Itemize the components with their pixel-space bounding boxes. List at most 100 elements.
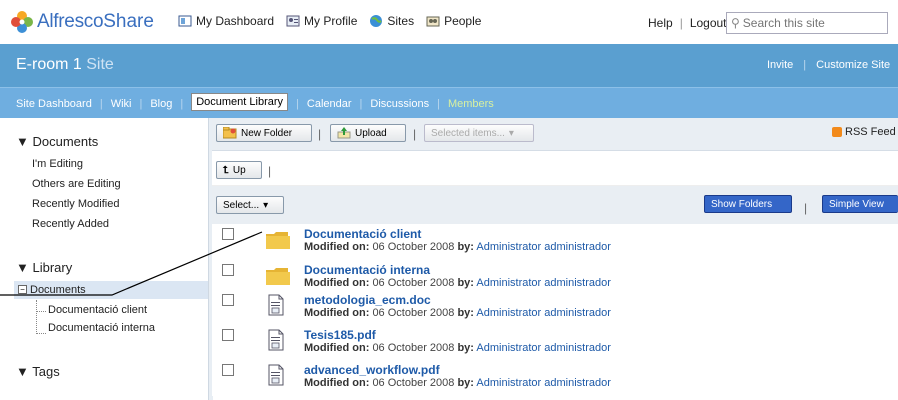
simple-view-button[interactable]: Simple View — [822, 195, 898, 213]
item-name-link[interactable]: metodologia_ecm.doc — [304, 293, 431, 307]
document-icon — [268, 294, 284, 316]
search-box[interactable]: ⚲ — [726, 12, 888, 34]
rss-feed-link[interactable]: RSS Feed — [832, 126, 896, 138]
brand-name: Alfresco — [37, 11, 104, 32]
wiki-link[interactable]: Wiki — [111, 98, 132, 110]
modified-date: 06 October 2008 — [372, 277, 455, 289]
list-item[interactable]: Tesis185.pdf Modified on: 06 October 200… — [212, 325, 898, 361]
modified-label: Modified on: — [304, 277, 370, 289]
site-dashboard-link[interactable]: Site Dashboard — [16, 98, 92, 110]
filter-others-editing[interactable]: Others are Editing — [32, 178, 121, 190]
row-checkbox[interactable] — [222, 228, 234, 240]
modified-label: Modified on: — [304, 307, 370, 319]
my-dashboard-link[interactable]: My Dashboard — [178, 14, 274, 28]
tree-item-documentacio-interna[interactable]: Documentació interna — [48, 322, 155, 334]
item-name-link[interactable]: Documentació interna — [304, 263, 430, 277]
item-name-link[interactable]: advanced_workflow.pdf — [304, 363, 440, 377]
modifier-link[interactable]: Administrator administrador — [476, 241, 611, 253]
modifier-link[interactable]: Administrator administrador — [476, 377, 611, 389]
new-folder-button[interactable]: New Folder — [216, 124, 312, 142]
filter-im-editing[interactable]: I'm Editing — [32, 158, 83, 170]
selection-bar — [212, 186, 898, 225]
document-library-tab[interactable]: Document Library — [191, 93, 289, 111]
up-button[interactable]: ⮤ Up — [216, 161, 262, 179]
documents-heading[interactable]: ▼ Documents — [16, 134, 98, 149]
rss-feed-label: RSS Feed — [845, 126, 896, 138]
upload-label: Upload — [355, 127, 387, 139]
top-header: Alfresco Share My Dashboard My Profile Si… — [0, 0, 898, 44]
customize-site-link[interactable]: Customize Site — [816, 59, 890, 71]
separator: | — [679, 16, 683, 30]
folder-icon — [266, 232, 290, 249]
discussions-link[interactable]: Discussions — [370, 98, 429, 110]
members-link[interactable]: Members — [448, 98, 494, 110]
chevron-down-icon: ▾ — [508, 127, 514, 139]
document-icon — [268, 364, 284, 386]
modified-date: 06 October 2008 — [372, 307, 455, 319]
upload-button[interactable]: Upload — [330, 124, 406, 142]
separator: | — [359, 97, 363, 110]
brand-product: Share — [103, 11, 154, 32]
item-name-link[interactable]: Tesis185.pdf — [304, 328, 376, 342]
separator: | — [139, 97, 143, 110]
calendar-link[interactable]: Calendar — [307, 98, 352, 110]
up-label: Up — [232, 164, 246, 176]
alfresco-flower-icon — [11, 11, 33, 33]
alfresco-logo[interactable]: Alfresco Share — [10, 10, 154, 34]
modifier-link[interactable]: Administrator administrador — [476, 307, 611, 319]
modifier-link[interactable]: Administrator administrador — [476, 342, 611, 354]
select-menu-button[interactable]: Select... ▾ — [216, 196, 284, 214]
by-label: by: — [457, 307, 474, 319]
selected-items-label: Selected items... — [431, 127, 505, 139]
tree-connector — [37, 311, 46, 312]
navigation-bar — [212, 151, 898, 186]
site-name: E-room 1 — [16, 56, 82, 73]
people-link[interactable]: People — [426, 14, 481, 28]
modifier-link[interactable]: Administrator administrador — [476, 277, 611, 289]
row-checkbox[interactable] — [222, 364, 234, 376]
by-label: by: — [457, 377, 474, 389]
document-icon — [268, 329, 284, 351]
list-item[interactable]: advanced_workflow.pdf Modified on: 06 Oc… — [212, 360, 898, 396]
row-checkbox[interactable] — [222, 329, 234, 341]
profile-icon — [286, 15, 300, 27]
item-name-link[interactable]: Documentació client — [304, 227, 421, 241]
tree-root-documents[interactable]: Documents — [30, 284, 86, 296]
list-item[interactable]: Documentació client Modified on: 06 Octo… — [212, 224, 898, 260]
filter-recently-modified[interactable]: Recently Modified — [32, 198, 119, 210]
tags-heading[interactable]: ▼ Tags — [16, 364, 60, 379]
filter-recently-added[interactable]: Recently Added — [32, 218, 109, 230]
invite-link[interactable]: Invite — [767, 59, 793, 71]
people-icon — [426, 16, 440, 27]
modified-date: 06 October 2008 — [372, 342, 455, 354]
people-label: People — [444, 14, 482, 28]
search-input[interactable] — [739, 15, 885, 31]
separator: | — [804, 201, 808, 215]
item-metadata: Modified on: 06 October 2008 by: Adminis… — [304, 307, 611, 319]
library-heading[interactable]: ▼ Library — [16, 260, 72, 275]
my-profile-link[interactable]: My Profile — [286, 14, 357, 28]
separator: | — [180, 97, 184, 110]
collapse-icon[interactable]: − — [18, 285, 27, 294]
logout-link[interactable]: Logout — [690, 16, 727, 30]
modified-date: 06 October 2008 — [372, 377, 455, 389]
dashboard-icon — [178, 15, 192, 27]
modified-date: 06 October 2008 — [372, 241, 455, 253]
separator: | — [437, 97, 440, 110]
by-label: by: — [457, 241, 474, 253]
row-checkbox[interactable] — [222, 264, 234, 276]
global-nav: My Dashboard My Profile Sites People — [178, 14, 481, 28]
show-folders-button[interactable]: Show Folders — [704, 195, 792, 213]
item-metadata: Modified on: 06 October 2008 by: Adminis… — [304, 241, 611, 253]
tree-item-documentacio-client[interactable]: Documentació client — [48, 304, 147, 316]
modified-label: Modified on: — [304, 241, 370, 253]
search-icon: ⚲ — [731, 16, 740, 30]
help-link[interactable]: Help — [648, 16, 673, 30]
site-subtitle: Site — [86, 56, 114, 73]
sites-label: Sites — [387, 14, 415, 28]
list-item[interactable]: metodologia_ecm.doc Modified on: 06 Octo… — [212, 290, 898, 326]
sites-link[interactable]: Sites — [369, 14, 414, 28]
blog-link[interactable]: Blog — [150, 98, 172, 110]
row-checkbox[interactable] — [222, 294, 234, 306]
selected-items-menu[interactable]: Selected items... ▾ — [424, 124, 534, 142]
